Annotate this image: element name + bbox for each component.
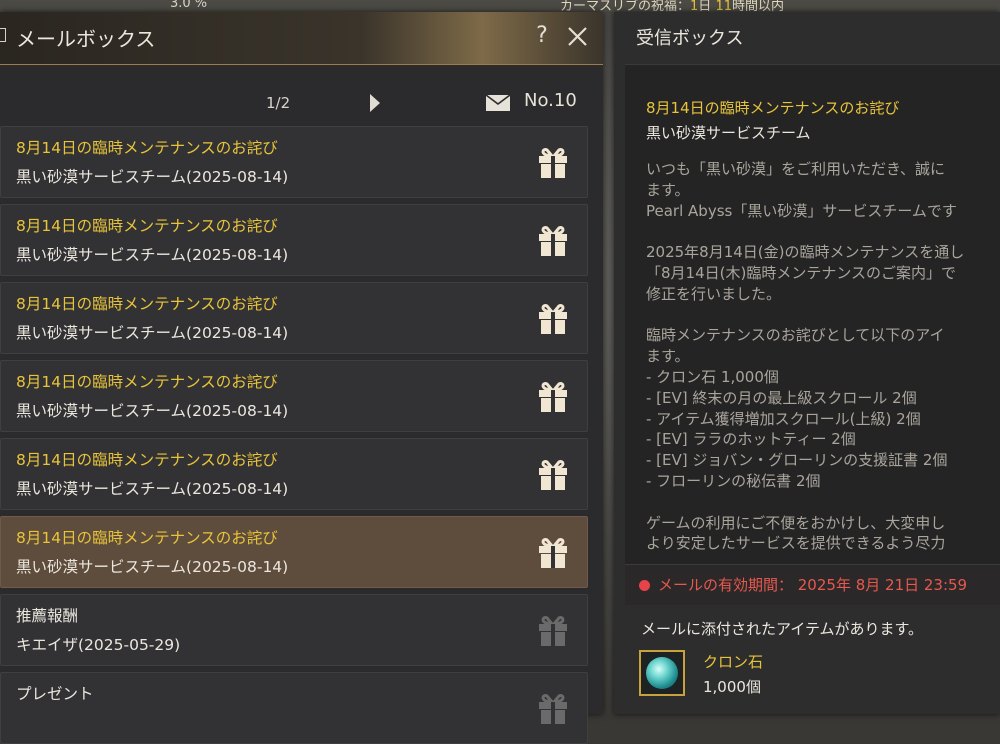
mail-subject: 8月14日の臨時メンテナンスのお詫び [16,217,278,235]
gift-icon[interactable] [536,380,570,414]
attachment-label: メールに添付されたアイテムがあります。 [641,620,924,638]
mail-sender: 黒い砂漠サービスチーム(2025-08-14) [16,480,289,498]
message-body[interactable]: 8月14日の臨時メンテナンスのお詫び 黒い砂漠サービスチーム いつも「黒い砂漠」… [625,64,1000,605]
gift-icon[interactable] [536,692,570,726]
mail-item[interactable]: 8月14日の臨時メンテナンスのお詫び 黒い砂漠サービスチーム(2025-08-14… [0,360,588,432]
hud-buff-notice: カーマスリブの祝福：1日 11時間以内 [560,0,784,12]
mail-subject: 8月14日の臨時メンテナンスのお詫び [16,451,278,469]
mail-item[interactable]: 8月14日の臨時メンテナンスのお詫び 黒い砂漠サービスチーム(2025-08-14… [0,516,588,588]
mail-subject: 8月14日の臨時メンテナンスのお詫び [16,295,278,313]
envelope-icon [485,94,511,112]
help-button[interactable]: ? [530,22,554,50]
mail-sender: キエイザ(2025-05-29) [16,636,181,654]
gift-icon[interactable] [536,536,570,570]
mail-item[interactable]: 8月14日の臨時メンテナンスのお詫び 黒い砂漠サービスチーム(2025-08-14… [0,204,588,276]
arrow-right-icon [370,94,380,112]
page-indicator: 1/2 [266,94,291,112]
mail-count: No.10 [524,90,577,111]
mailbox-window: メールボックス ? 1/2 No.10 8月14日の臨時メンテナンスのお詫び 黒い… [0,12,603,744]
inbox-title: 受信ボックス [636,28,744,49]
close-icon [568,27,587,46]
mail-item[interactable]: 推薦報酬キエイザ(2025-05-29) [0,594,588,666]
gift-icon[interactable] [536,614,570,648]
mail-sender: 黒い砂漠サービスチーム(2025-08-14) [16,168,289,186]
attachment-name: クロン石 [703,653,764,671]
message-sender: 黒い砂漠サービスチーム [646,124,811,142]
cron-stone-icon [646,657,678,689]
gift-icon[interactable] [536,146,570,180]
message-subject: 8月14日の臨時メンテナンスのお詫び [646,99,900,117]
gift-icon[interactable] [536,458,570,492]
inbox-window: 受信ボックス 8月14日の臨時メンテナンスのお詫び 黒い砂漠サービスチーム いつ… [614,12,1000,714]
mail-sender: 黒い砂漠サービスチーム(2025-08-14) [16,324,289,342]
gift-icon[interactable] [536,302,570,336]
mailbox-header[interactable]: メールボックス ? [0,12,603,65]
game-hud-strip: 3.0 % カーマスリブの祝福：1日 11時間以内 [0,0,1000,12]
window-edge-icon [0,28,6,42]
mail-sender: 黒い砂漠サービスチーム(2025-08-14) [16,246,289,264]
mail-item[interactable]: 8月14日の臨時メンテナンスのお詫び 黒い砂漠サービスチーム(2025-08-14… [0,282,588,354]
attachment-box: メールに添付されたアイテムがあります。 クロン石 1,000個 [625,606,1000,714]
mailbox-title: メールボックス [16,27,156,51]
mail-sender: 黒い砂漠サービスチーム(2025-08-14) [16,402,289,420]
mail-subject: 8月14日の臨時メンテナンスのお詫び [16,139,278,157]
mail-subject: 8月14日の臨時メンテナンスのお詫び [16,529,278,547]
mail-subject: 推薦報酬 [16,607,79,625]
next-page-button[interactable] [368,92,382,114]
hud-percent: 3.0 % [170,0,208,11]
gift-icon[interactable] [536,224,570,258]
mail-subject: プレゼント [16,685,94,703]
close-button[interactable] [565,22,591,50]
message-text: いつも「黒い砂漠」をご利用いただき、誠に ます。 Pearl Abyss「黒い砂… [646,160,965,553]
mail-item[interactable]: 8月14日の臨時メンテナンスのお詫び 黒い砂漠サービスチーム(2025-08-14… [0,438,588,510]
attachment-slot[interactable] [639,650,685,696]
expiry-text: メールの有効期間： 2025年 8月 21日 23:59 [658,576,968,594]
expiry-bar: メールの有効期間： 2025年 8月 21日 23:59 [625,564,1000,605]
expiry-dot-icon [639,580,650,591]
mail-subject: 8月14日の臨時メンテナンスのお詫び [16,373,278,391]
pager-row: 1/2 No.10 [0,78,603,128]
mail-item[interactable]: プレゼント [0,672,588,744]
attachment-quantity: 1,000個 [703,678,761,696]
mail-sender: 黒い砂漠サービスチーム(2025-08-14) [16,558,289,576]
mail-item[interactable]: 8月14日の臨時メンテナンスのお詫び 黒い砂漠サービスチーム(2025-08-14… [0,126,588,198]
